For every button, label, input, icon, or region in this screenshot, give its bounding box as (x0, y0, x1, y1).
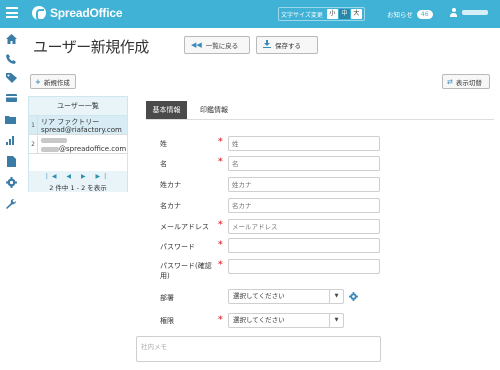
back-to-list-label: 一覧に戻る (205, 42, 239, 50)
pager-navigation[interactable]: |◀ ◀ ▶ ▶| (29, 173, 127, 180)
gear-icon[interactable] (5, 176, 17, 188)
side-nav (0, 28, 22, 370)
chevron-down-icon: ▼ (329, 314, 343, 327)
password-confirm-label: パスワード(確認用) (160, 262, 212, 280)
required-mark: * (218, 137, 223, 147)
last-name-kana-label: 姓カナ (160, 181, 181, 189)
department-select[interactable]: 選択してください ▼ (228, 289, 344, 304)
required-mark: * (218, 315, 223, 325)
logo-mark-icon (32, 6, 46, 21)
logo-text: SpreadOffice (50, 6, 123, 20)
user-email: @spreadoffice.com (41, 145, 126, 153)
role-select[interactable]: 選択してください ▼ (228, 313, 344, 328)
new-create-button[interactable]: + 新規作成 (30, 74, 76, 89)
required-mark: * (218, 220, 223, 230)
chevron-down-icon: ▼ (329, 290, 343, 303)
row-number: 1 (29, 116, 38, 135)
user-list-header: ユーザー一覧 (29, 97, 127, 116)
back-to-list-button[interactable]: ◀◀ 一覧に戻る (184, 36, 250, 54)
wrench-icon[interactable] (5, 198, 17, 210)
phone-icon[interactable] (5, 53, 17, 65)
required-mark: * (218, 240, 223, 250)
first-name-label: 名 (160, 160, 167, 168)
email-input[interactable] (228, 219, 380, 234)
user-name-redacted (462, 10, 488, 15)
card-icon[interactable] (5, 92, 17, 104)
toggle-view-label: 表示切替 (455, 78, 482, 87)
document-icon[interactable] (5, 155, 17, 167)
tag-icon[interactable] (5, 72, 17, 84)
notice-link[interactable]: お知らせ 46 (387, 9, 433, 19)
save-button[interactable]: 保存する (256, 36, 318, 54)
double-chevron-left-icon: ◀◀ (191, 41, 202, 49)
first-name-kana-input[interactable] (228, 198, 380, 213)
folder-icon[interactable] (5, 113, 17, 125)
tab-seal-info[interactable]: 印鑑情報 (193, 101, 235, 119)
role-selected-value: 選択してください (233, 316, 285, 324)
password-label: パスワード (160, 243, 195, 251)
font-size-switcher: 文字サイズ変更 小 中 大 (278, 7, 365, 21)
department-selected-value: 選択してください (233, 292, 285, 300)
email-local-redacted (41, 146, 59, 152)
email-label: メールアドレス (160, 223, 209, 231)
new-create-label: 新規作成 (43, 78, 70, 87)
password-confirm-input[interactable] (228, 259, 380, 274)
tab-divider (146, 119, 494, 120)
chart-icon[interactable] (5, 134, 17, 146)
last-name-label: 姓 (160, 140, 167, 148)
notice-count-badge: 46 (416, 9, 433, 19)
department-label: 部署 (160, 294, 174, 302)
user-icon (450, 8, 457, 17)
last-name-kana-input[interactable] (228, 177, 380, 192)
font-size-medium-button[interactable]: 中 (338, 9, 350, 19)
tab-basic-info[interactable]: 基本情報 (146, 101, 187, 119)
user-list-row[interactable]: 1 リア ファクトリー spread@riafactory.com (29, 116, 127, 135)
required-mark: * (218, 157, 223, 167)
notice-label: お知らせ (387, 11, 413, 19)
pager-status: 2 件中 1 - 2 を表示 (49, 184, 107, 192)
role-label: 権限 (160, 317, 174, 325)
font-size-small-button[interactable]: 小 (326, 9, 338, 19)
internal-memo-textarea[interactable]: 社内メモ (136, 336, 381, 362)
plus-icon: + (35, 77, 41, 86)
app-logo[interactable]: SpreadOffice (32, 6, 123, 21)
required-mark: * (218, 260, 223, 270)
toggle-view-button[interactable]: ⇄ 表示切替 (442, 74, 490, 89)
user-email: spread@riafactory.com (41, 126, 122, 134)
pager: |◀ ◀ ▶ ▶| 2 件中 1 - 2 を表示 (29, 171, 127, 192)
department-settings-gear-icon[interactable] (349, 292, 358, 303)
home-icon[interactable] (5, 33, 17, 45)
first-name-input[interactable] (228, 156, 380, 171)
hamburger-menu-icon[interactable] (6, 7, 18, 21)
last-name-input[interactable] (228, 136, 380, 151)
font-size-large-button[interactable]: 大 (350, 9, 362, 19)
user-name-redacted (41, 138, 67, 143)
user-list-row[interactable]: 2 @spreadoffice.com (29, 135, 127, 154)
email-domain: @spreadoffice.com (59, 145, 127, 153)
user-list-panel: ユーザー一覧 1 リア ファクトリー spread@riafactory.com… (28, 96, 128, 192)
download-icon (263, 40, 271, 50)
user-menu[interactable] (450, 8, 488, 17)
save-label: 保存する (275, 42, 301, 50)
password-input[interactable] (228, 238, 380, 253)
top-bar: SpreadOffice 文字サイズ変更 小 中 大 お知らせ 46 (0, 0, 500, 28)
swap-icon: ⇄ (447, 77, 453, 86)
page-title: ユーザー新規作成 (33, 38, 149, 56)
row-number: 2 (29, 135, 38, 154)
font-size-label: 文字サイズ変更 (281, 11, 323, 19)
first-name-kana-label: 名カナ (160, 202, 181, 210)
